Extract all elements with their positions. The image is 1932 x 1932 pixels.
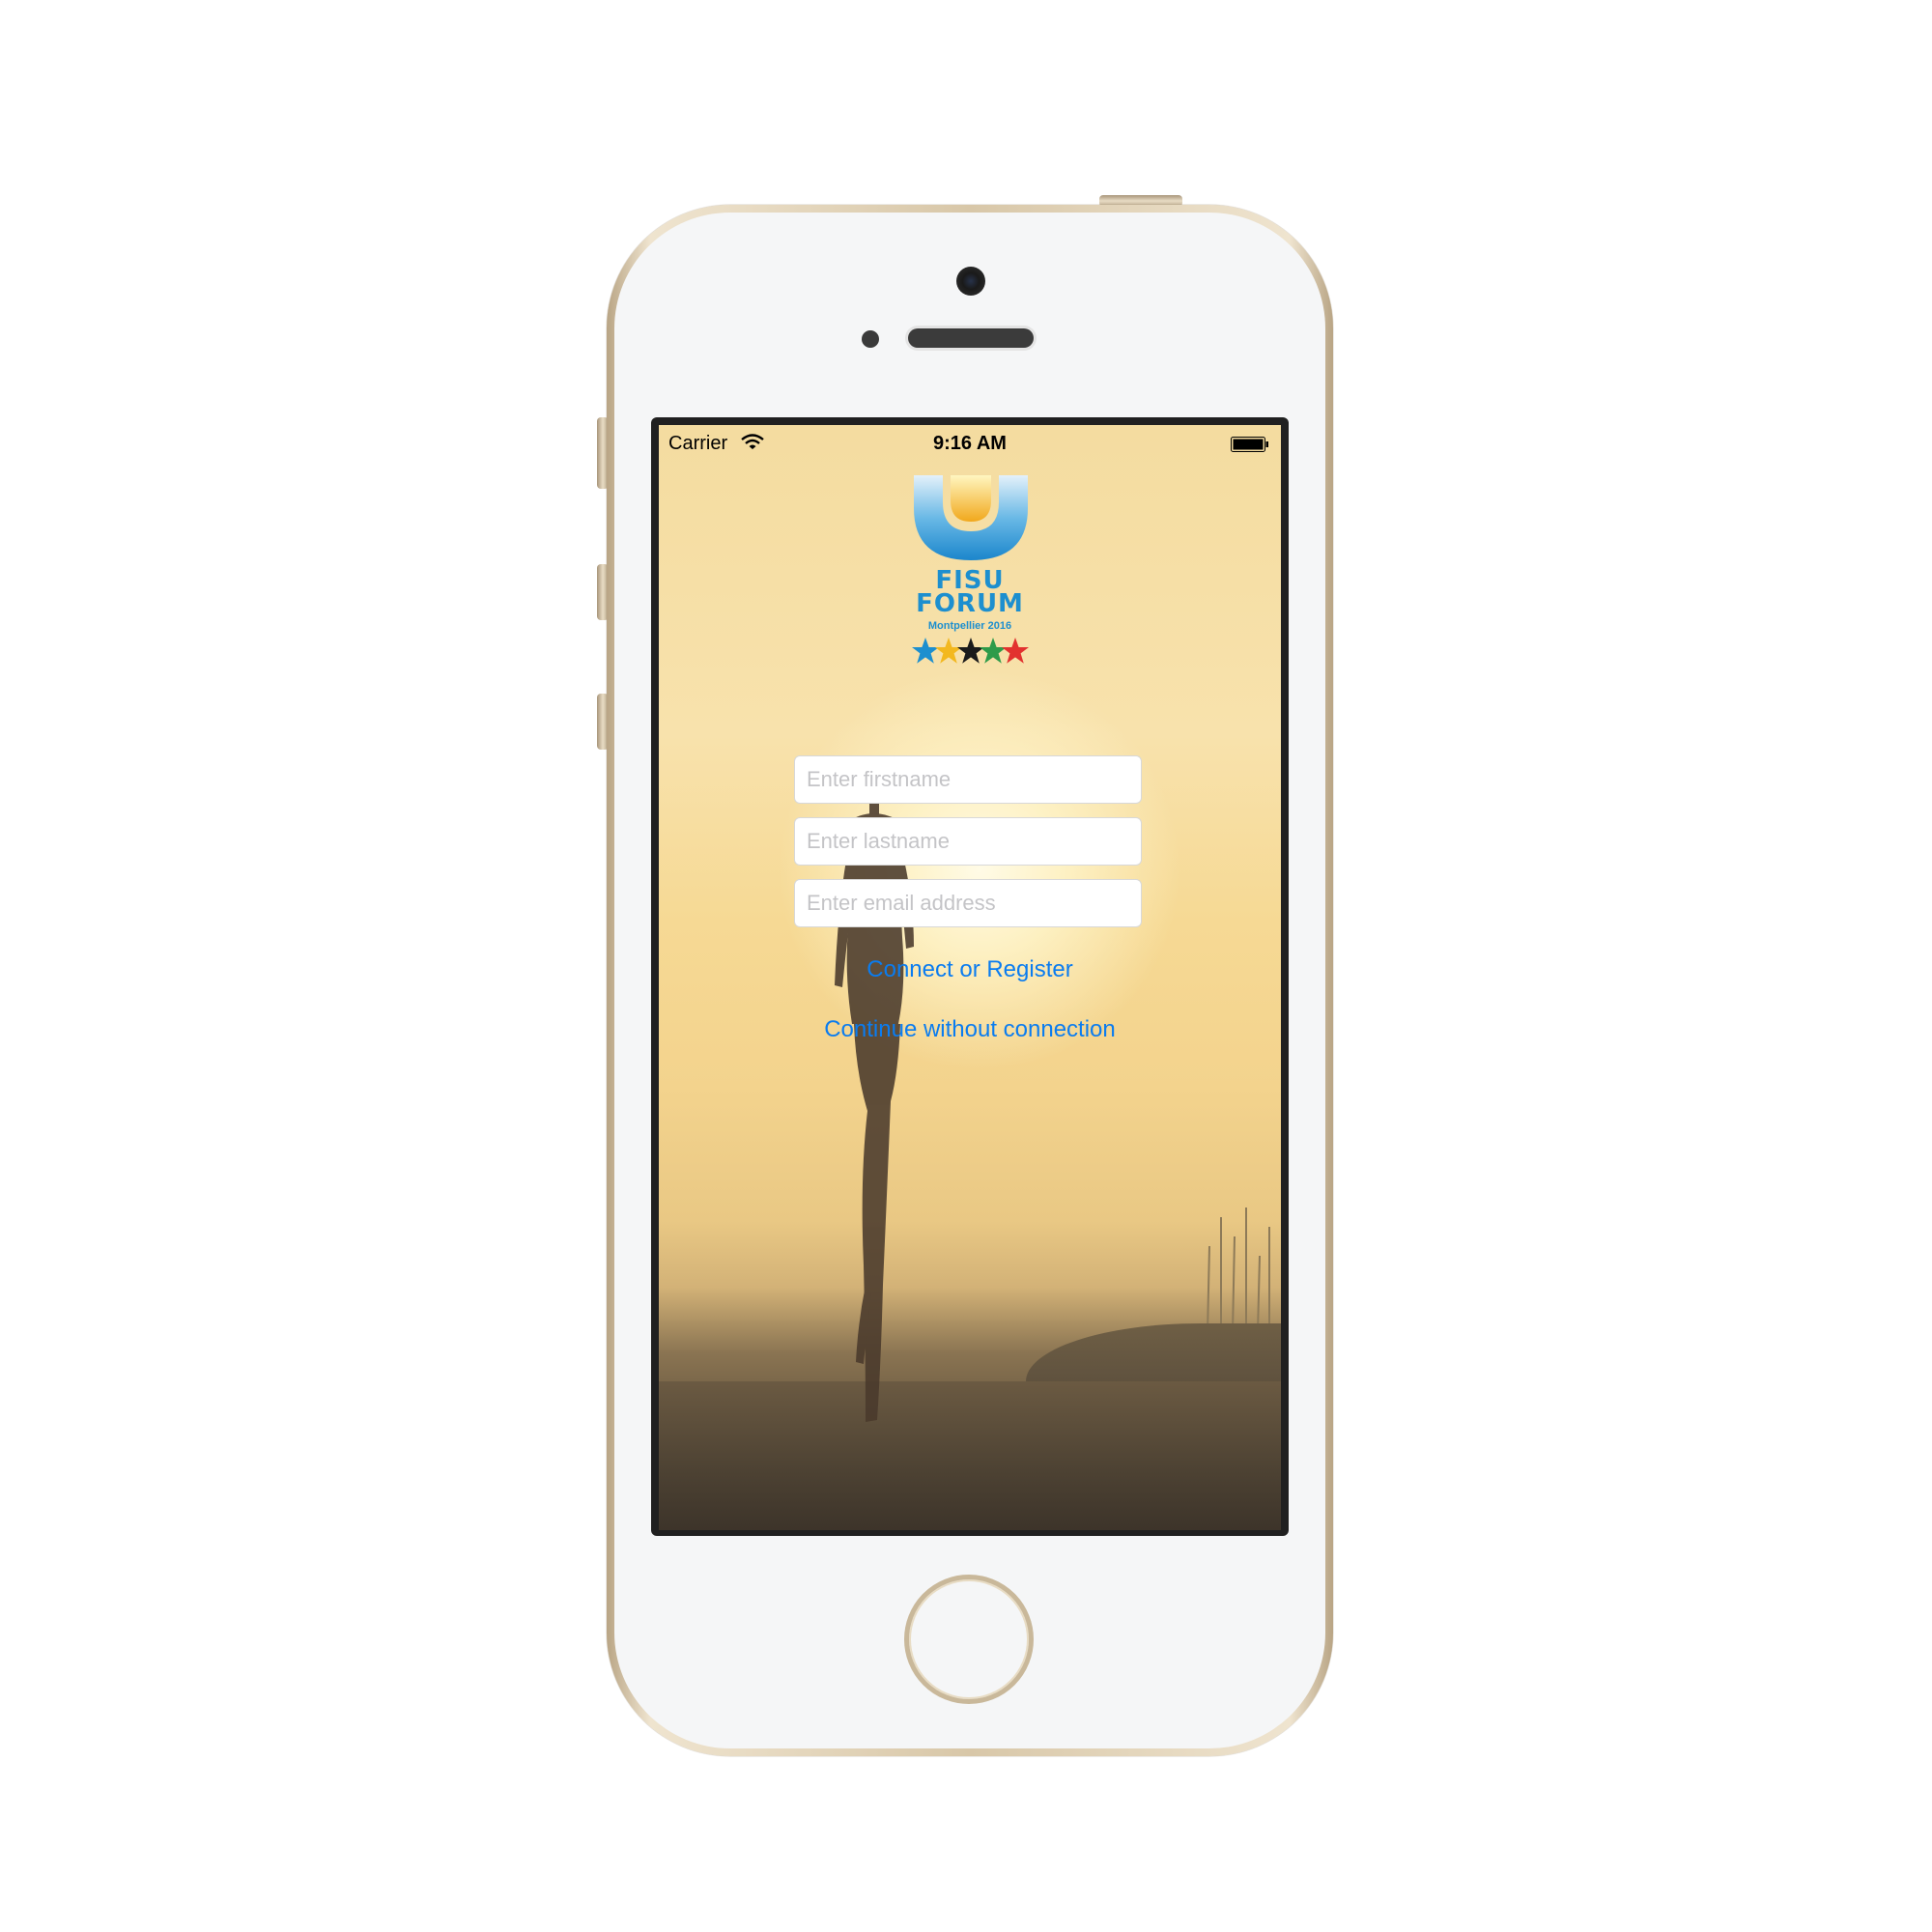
lastname-field[interactable] [794, 817, 1142, 866]
battery-icon [1231, 437, 1268, 452]
home-button[interactable] [904, 1575, 1034, 1704]
logo-subtitle: Montpellier 2016 [927, 620, 1012, 632]
status-time: 9:16 AM [933, 433, 1007, 454]
status-bar: Carrier 9:16 AM [659, 425, 1281, 464]
app-screen: Carrier 9:16 AM FISU FORUM Montpellier 2… [659, 425, 1281, 1530]
background-masts [1207, 1208, 1270, 1333]
earpiece-speaker [908, 328, 1034, 348]
front-camera-icon [956, 267, 985, 296]
stars-logo [912, 638, 1029, 664]
email-field[interactable] [794, 879, 1142, 927]
logo-title-line2: FORUM [916, 589, 1024, 618]
firstname-field[interactable] [794, 755, 1142, 804]
proximity-sensor [862, 330, 879, 348]
connect-or-register-button[interactable]: Connect or Register [659, 956, 1281, 983]
continue-without-connection-button[interactable]: Continue without connection [659, 1016, 1281, 1043]
background-sand [659, 1381, 1281, 1530]
